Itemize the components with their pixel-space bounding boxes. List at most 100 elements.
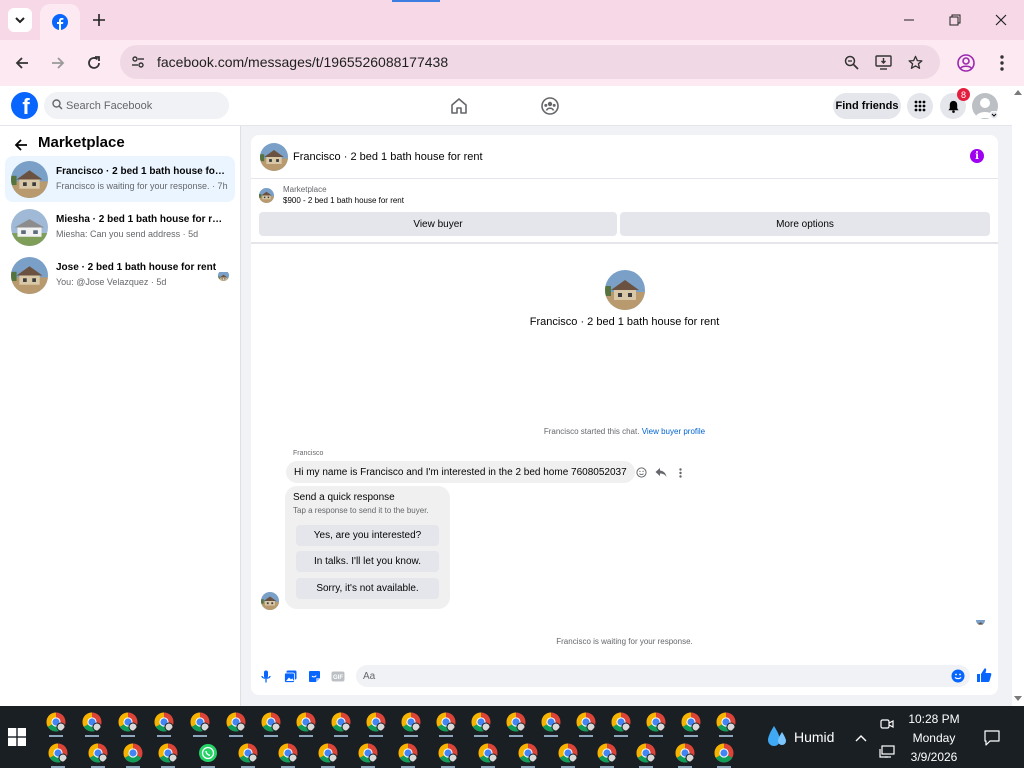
chrome-icon[interactable]: [48, 743, 68, 763]
tab-search-button[interactable]: [8, 8, 32, 32]
quick-response-title: Send a quick response: [293, 492, 395, 503]
chrome-icon[interactable]: [646, 712, 666, 732]
chrome-icon[interactable]: [597, 743, 617, 763]
minimize-button[interactable]: [891, 8, 927, 32]
scroll-up-arrow-icon[interactable]: [1014, 90, 1022, 95]
more-actions-icon[interactable]: [674, 466, 687, 479]
site-info-icon[interactable]: [126, 50, 150, 74]
chrome-icon[interactable]: [318, 743, 338, 763]
more-options-button[interactable]: More options: [620, 212, 990, 236]
taskbar-clock[interactable]: 10:28 PM Monday 3/9/2026: [898, 710, 970, 767]
chrome-icon[interactable]: [190, 712, 210, 732]
emoji-icon[interactable]: [951, 669, 965, 683]
chrome-icon[interactable]: [576, 712, 596, 732]
chrome-icon[interactable]: [358, 743, 378, 763]
chrome-icon[interactable]: [88, 743, 108, 763]
chrome-icon[interactable]: [438, 743, 458, 763]
show-hidden-icons-button[interactable]: [851, 728, 871, 748]
conversation-item[interactable]: Miesha · 2 bed 1 bath house for rent Mie…: [5, 204, 235, 250]
chat-header-title[interactable]: Francisco · 2 bed 1 bath house for rent: [293, 151, 483, 163]
new-tab-button[interactable]: [86, 8, 112, 32]
chrome-icon[interactable]: [471, 712, 491, 732]
zoom-icon[interactable]: [839, 50, 863, 74]
forward-button[interactable]: [44, 49, 72, 77]
quick-response-option[interactable]: In talks. I'll let you know.: [296, 551, 439, 572]
react-emoji-icon[interactable]: [635, 466, 648, 479]
chrome-icon[interactable]: [714, 743, 734, 763]
photo-icon[interactable]: [283, 669, 297, 683]
view-buyer-profile-link[interactable]: View buyer profile: [642, 427, 705, 436]
chrome-icon[interactable]: [401, 712, 421, 732]
find-friends-button[interactable]: Find friends: [833, 93, 901, 119]
back-arrow-button[interactable]: [12, 136, 30, 154]
chat-header-avatar[interactable]: [260, 143, 288, 171]
scroll-down-arrow-icon[interactable]: [1014, 696, 1022, 701]
home-nav-button[interactable]: [449, 96, 469, 116]
chrome-icon[interactable]: [331, 712, 351, 732]
browser-tab-facebook[interactable]: [40, 4, 80, 40]
chrome-icon[interactable]: [675, 743, 695, 763]
minimize-icon: [904, 19, 914, 21]
chrome-icon[interactable]: [541, 712, 561, 732]
conversation-item[interactable]: Francisco · 2 bed 1 bath house for ... F…: [5, 156, 235, 202]
chrome-icon[interactable]: [716, 712, 736, 732]
restore-button[interactable]: [937, 8, 973, 32]
reply-icon[interactable]: [654, 466, 667, 479]
chrome-icon[interactable]: [158, 743, 178, 763]
menu-button[interactable]: [907, 93, 933, 119]
whatsapp-icon[interactable]: [198, 743, 218, 763]
microphone-icon[interactable]: [259, 669, 273, 683]
thumbs-up-icon[interactable]: [976, 667, 992, 683]
install-app-icon[interactable]: [871, 50, 895, 74]
chrome-icon[interactable]: [398, 743, 418, 763]
facebook-search[interactable]: [44, 92, 229, 119]
conversation-item[interactable]: Jose · 2 bed 1 bath house for rent You: …: [5, 252, 235, 298]
quick-response-option[interactable]: Yes, are you interested?: [296, 525, 439, 546]
search-input[interactable]: [66, 92, 226, 119]
chrome-icon[interactable]: [681, 712, 701, 732]
gif-icon[interactable]: GIF: [331, 669, 345, 683]
chrome-icon[interactable]: [123, 743, 143, 763]
weather-widget[interactable]: Humid: [762, 724, 846, 750]
view-buyer-button[interactable]: View buyer: [259, 212, 617, 236]
windows-start-icon[interactable]: [8, 728, 26, 746]
chrome-icon[interactable]: [611, 712, 631, 732]
action-center-button[interactable]: [982, 728, 1002, 748]
chrome-icon[interactable]: [154, 712, 174, 732]
facebook-logo[interactable]: f: [11, 92, 38, 119]
chrome-icon[interactable]: [261, 712, 281, 732]
meet-now-icon[interactable]: [877, 714, 897, 734]
chrome-icon[interactable]: [436, 712, 456, 732]
reload-button[interactable]: [80, 49, 108, 77]
chrome-icon[interactable]: [238, 743, 258, 763]
chrome-icon[interactable]: [478, 743, 498, 763]
address-bar[interactable]: facebook.com/messages/t/1965526088177438: [120, 45, 940, 79]
chrome-icon[interactable]: [46, 712, 66, 732]
chrome-icon[interactable]: [366, 712, 386, 732]
chrome-icon[interactable]: [558, 743, 578, 763]
chrome-icon[interactable]: [518, 743, 538, 763]
chrome-icon[interactable]: [636, 743, 656, 763]
sticker-icon[interactable]: [307, 669, 321, 683]
message-composer[interactable]: [356, 665, 970, 687]
groups-nav-button[interactable]: [540, 96, 560, 116]
network-icon[interactable]: [877, 742, 897, 762]
bookmark-star-icon[interactable]: [903, 50, 927, 74]
listing-price[interactable]: $900 - 2 bed 1 bath house for rent: [283, 196, 404, 205]
profile-button[interactable]: [952, 49, 980, 77]
message-input[interactable]: [363, 665, 923, 687]
chrome-icon[interactable]: [296, 712, 316, 732]
chrome-icon[interactable]: [118, 712, 138, 732]
conversation-preview: Francisco is waiting for your response. …: [56, 181, 228, 191]
back-button[interactable]: [8, 49, 36, 77]
close-window-button[interactable]: [983, 8, 1019, 32]
chrome-icon[interactable]: [82, 712, 102, 732]
browser-menu-button[interactable]: [988, 49, 1016, 77]
chrome-icon[interactable]: [506, 712, 526, 732]
url-text[interactable]: facebook.com/messages/t/1965526088177438: [157, 54, 448, 70]
quick-response-option[interactable]: Sorry, it's not available.: [296, 578, 439, 599]
chrome-icon[interactable]: [226, 712, 246, 732]
chrome-icon[interactable]: [278, 743, 298, 763]
info-icon[interactable]: i: [970, 149, 984, 163]
page-scrollbar[interactable]: [1012, 86, 1024, 706]
